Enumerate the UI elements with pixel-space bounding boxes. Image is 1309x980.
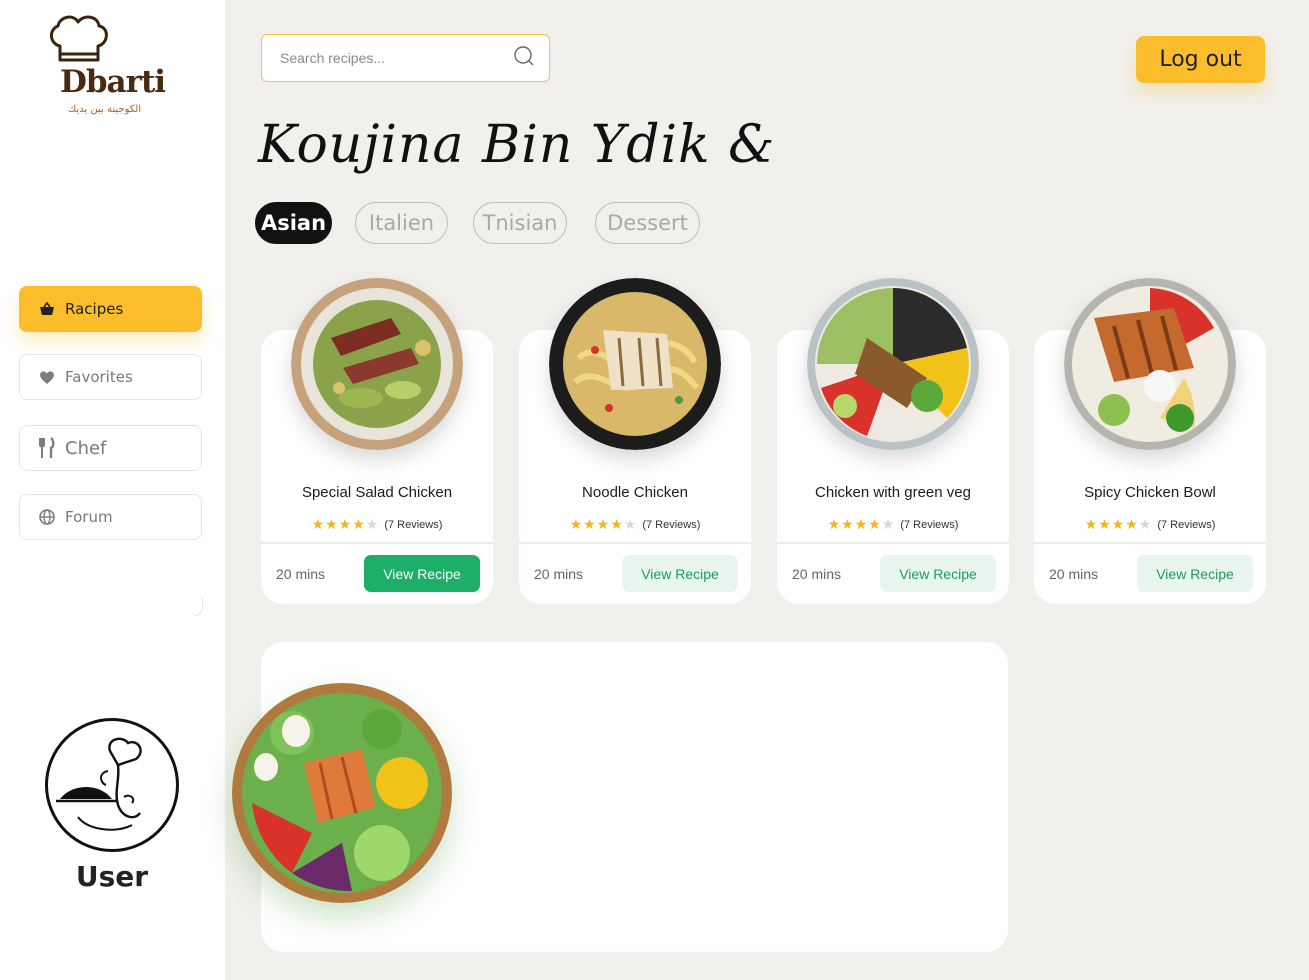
- tab-italien[interactable]: Italien: [355, 202, 448, 244]
- search-icon[interactable]: [513, 45, 535, 71]
- logout-button[interactable]: Log out: [1136, 36, 1265, 83]
- sidebar-item-label: Chef: [65, 437, 107, 459]
- dish-image[interactable]: [291, 278, 463, 450]
- logo[interactable]: Dbarti الكوجينة بين يديك: [40, 12, 170, 122]
- cook-time: 20 mins: [1049, 566, 1099, 582]
- cook-time: 20 mins: [534, 566, 584, 582]
- review-count: (7 Reviews): [900, 518, 959, 531]
- review-count: (7 Reviews): [384, 518, 443, 531]
- tab-tnisian[interactable]: Tnisian: [473, 202, 567, 244]
- recipe-card: Special Salad Chicken ★★★★★ (7 Reviews) …: [261, 278, 493, 604]
- recipe-rating: ★★★★★ (7 Reviews): [261, 516, 493, 533]
- featured-salad-image[interactable]: [232, 683, 452, 903]
- basket-icon: [38, 300, 56, 318]
- view-recipe-button[interactable]: View Recipe: [1137, 555, 1253, 592]
- recipe-card: Chicken with green veg ★★★★★ (7 Reviews)…: [777, 278, 1009, 604]
- sidebar-item-recipes[interactable]: Racipes: [19, 286, 202, 332]
- search-bar[interactable]: [261, 34, 550, 82]
- view-recipe-button[interactable]: View Recipe: [622, 555, 738, 592]
- review-count: (7 Reviews): [1157, 518, 1216, 531]
- card-divider: [261, 542, 493, 544]
- card-divider: [1034, 542, 1266, 544]
- star-rating-icon: ★★★★★: [827, 516, 896, 532]
- sidebar-item-forum[interactable]: Forum: [19, 494, 202, 540]
- user-name: User: [75, 860, 149, 893]
- recipe-card: Spicy Chicken Bowl ★★★★★ (7 Reviews) 20 …: [1034, 278, 1266, 604]
- chef-avatar-icon: [56, 737, 142, 831]
- star-rating-icon: ★★★★★: [311, 516, 380, 532]
- heart-icon: [38, 368, 56, 386]
- fork-knife-icon: [38, 437, 56, 458]
- view-recipe-button[interactable]: View Recipe: [364, 555, 480, 592]
- cook-time: 20 mins: [276, 566, 326, 582]
- sidebar-item-label: Racipes: [65, 300, 124, 318]
- recipe-title: Special Salad Chicken: [301, 484, 453, 501]
- page-title: Koujina Bin Ydik &: [258, 115, 776, 175]
- dish-image[interactable]: [1064, 278, 1236, 450]
- avatar[interactable]: [45, 718, 179, 852]
- recipe-rating: ★★★★★ (7 Reviews): [519, 516, 751, 533]
- recipe-title: Chicken with green veg: [815, 484, 971, 501]
- recipe-card: Noodle Chicken ★★★★★ (7 Reviews) 20 mins…: [519, 278, 751, 604]
- brand-name: Dbarti: [60, 64, 166, 100]
- nav-placeholder: [195, 598, 203, 616]
- sidebar-item-label: Forum: [65, 508, 113, 526]
- chef-hat-icon: [50, 15, 108, 62]
- globe-icon: [38, 508, 56, 526]
- recipe-title: Noodle Chicken: [582, 484, 688, 501]
- star-rating-icon: ★★★★★: [1084, 516, 1153, 532]
- search-input[interactable]: [280, 50, 513, 66]
- review-count: (7 Reviews): [642, 518, 701, 531]
- recipe-rating: ★★★★★ (7 Reviews): [777, 516, 1009, 533]
- tab-dessert[interactable]: Dessert: [595, 202, 700, 244]
- dish-image[interactable]: [807, 278, 979, 450]
- view-recipe-button[interactable]: View Recipe: [880, 555, 996, 592]
- recipe-title: Spicy Chicken Bowl: [1084, 484, 1216, 501]
- dish-image[interactable]: [549, 278, 721, 450]
- recipe-rating: ★★★★★ (7 Reviews): [1034, 516, 1266, 533]
- tab-asian[interactable]: Asian: [255, 202, 332, 244]
- cook-time: 20 mins: [792, 566, 842, 582]
- sidebar-item-chef[interactable]: Chef: [19, 425, 202, 471]
- brand-tagline: الكوجينة بين يديك: [68, 104, 142, 115]
- card-divider: [777, 542, 1009, 544]
- card-divider: [519, 542, 751, 544]
- sidebar-item-favorites[interactable]: Favorites: [19, 354, 202, 400]
- user-profile[interactable]: User: [45, 718, 185, 893]
- star-rating-icon: ★★★★★: [569, 516, 638, 532]
- sidebar: Dbarti الكوجينة بين يديك Racipes Favorit…: [0, 0, 225, 980]
- sidebar-item-label: Favorites: [65, 368, 133, 386]
